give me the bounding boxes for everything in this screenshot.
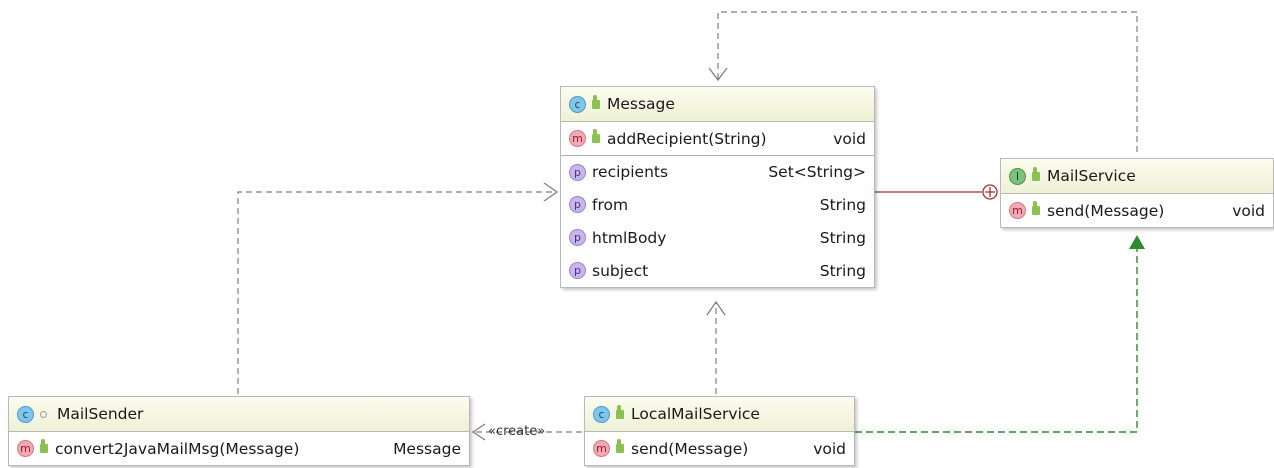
create-label: «create» [488,424,546,439]
field-type: String [819,195,866,214]
localmailservice-title: LocalMailService [631,405,760,423]
public-lock-icon [40,439,48,453]
interface-icon: I [1009,167,1026,185]
method-icon: m [593,440,610,457]
message-class-node[interactable]: c Message m addRecipient(String) void p … [560,86,875,288]
method-name: addRecipient(String) [607,129,767,148]
method-name: send(Message) [631,439,749,458]
mailservice-interface-node[interactable]: I MailService m send(Message) void [1000,158,1274,228]
mailservice-title: MailService [1047,167,1136,185]
method-row[interactable]: m send(Message) void [1001,194,1273,227]
method-return-type: void [813,439,846,458]
field-row[interactable]: p htmlBody String [561,221,874,254]
public-lock-icon [1032,201,1040,215]
localmailservice-class-node[interactable]: c LocalMailService m send(Message) void [584,396,855,466]
field-type: String [819,261,866,280]
mailsender-header[interactable]: c MailSender [9,397,469,432]
localmailservice-header[interactable]: c LocalMailService [585,397,854,432]
method-row[interactable]: m addRecipient(String) void [561,122,874,155]
public-lock-icon [616,439,624,453]
method-return-type: void [1232,201,1265,220]
class-icon: c [17,405,34,423]
mailservice-header[interactable]: I MailService [1001,159,1273,194]
method-icon: m [569,130,586,147]
mailsender-class-node[interactable]: c MailSender m convert2JavaMailMsg(Messa… [8,396,470,466]
inner-class-circle-plus-icon [982,184,998,200]
public-lock-icon [592,94,600,109]
field-name: subject [592,261,649,280]
field-type: String [819,228,866,247]
property-icon: p [569,196,586,213]
property-icon: p [569,262,586,279]
message-header[interactable]: c Message [561,87,874,122]
method-name: convert2JavaMailMsg(Message) [55,439,300,458]
field-row[interactable]: p subject String [561,254,874,287]
realization-triangle-icon [1129,235,1145,249]
method-row[interactable]: m convert2JavaMailMsg(Message) Message [9,432,469,465]
edge-realization [855,248,1138,433]
method-icon: m [17,440,34,457]
public-lock-icon [592,129,600,143]
package-private-icon [40,410,47,418]
field-row[interactable]: p from String [561,188,874,221]
public-lock-icon [1032,166,1040,181]
public-lock-icon [616,404,624,419]
class-icon: c [569,95,586,113]
method-icon: m [1009,202,1026,219]
method-return-type: Message [393,439,461,458]
field-name: htmlBody [592,228,667,247]
property-icon: p [569,163,586,181]
field-name: recipients [592,163,669,181]
message-title: Message [607,95,675,113]
class-icon: c [593,405,610,423]
method-name: send(Message) [1047,201,1165,220]
mailsender-title: MailSender [57,405,144,423]
field-row[interactable]: p recipients Set<String> [561,155,874,188]
field-name: from [592,195,629,214]
method-row[interactable]: m send(Message) void [585,432,854,465]
edge-mailsender-to-message [237,191,556,394]
property-icon: p [569,229,586,246]
field-type: Set<String> [768,163,866,181]
method-return-type: void [833,129,866,148]
